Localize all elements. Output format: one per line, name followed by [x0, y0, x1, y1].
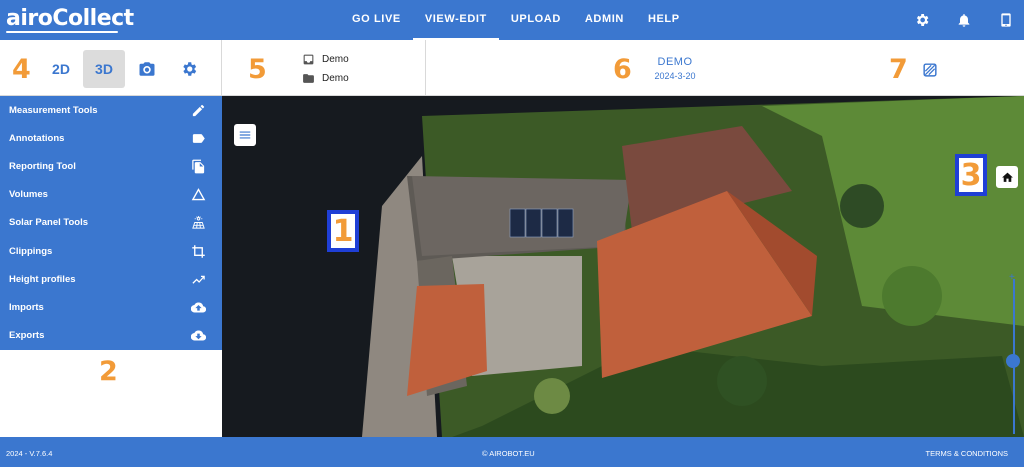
sidebar-item-label: Reporting Tool	[9, 160, 76, 172]
scan-title: DEMO	[657, 56, 693, 68]
tablet-icon[interactable]	[998, 12, 1014, 28]
home-icon	[1001, 172, 1013, 182]
nav-admin[interactable]: ADMIN	[573, 0, 636, 40]
menu-icon	[239, 131, 251, 139]
sidebar-item-imports[interactable]: Imports	[0, 293, 222, 321]
cloud-download-icon	[191, 330, 206, 341]
pencil-icon	[192, 104, 205, 116]
zoom-slider-handle[interactable]	[1006, 354, 1020, 368]
nav-upload[interactable]: UPLOAD	[499, 0, 573, 40]
sidebar-item-volumes[interactable]: Volumes	[0, 181, 222, 209]
reset-view-button[interactable]	[996, 166, 1018, 188]
top-icon-group	[914, 0, 1014, 40]
point-cloud-viewer[interactable]: 1 3 +	[222, 96, 1024, 437]
nav-go-live[interactable]: GO LIVE	[340, 0, 413, 40]
cloud-upload-icon	[191, 302, 206, 313]
version-label: 2024 - V.7.6.4	[6, 449, 53, 458]
sidebar-empty-area: 2	[0, 350, 222, 437]
sidebar-item-label: Height profiles	[9, 273, 76, 285]
triangle-icon	[191, 188, 206, 201]
trend-icon	[192, 275, 205, 284]
folder-name: Demo	[322, 73, 349, 84]
callout-4: 4	[12, 54, 31, 85]
tools-sidebar: Measurement Tools Annotations Reporting …	[0, 96, 222, 350]
project-panel: 5 Demo Demo	[222, 40, 426, 96]
sidebar-item-label: Clippings	[9, 245, 53, 257]
view-toolbar: 4 2D 3D 5 Demo Demo 6 DEMO 2024-3-20 7	[0, 40, 1024, 96]
copy-icon	[192, 159, 205, 174]
project-row[interactable]: Demo	[302, 53, 349, 66]
sidebar-item-label: Volumes	[9, 189, 48, 201]
view-3d-button[interactable]: 3D	[83, 50, 125, 88]
sidebar-item-measurement-tools[interactable]: Measurement Tools	[0, 96, 222, 124]
sidebar-item-height-profiles[interactable]: Height profiles	[0, 265, 222, 293]
callout-7: 7	[889, 54, 908, 85]
sidebar-item-exports[interactable]: Exports	[0, 322, 222, 350]
view-mode-panel: 4 2D 3D	[0, 40, 222, 96]
inbox-icon	[303, 54, 314, 65]
callout-3: 3	[955, 154, 987, 196]
aerial-scene	[362, 96, 1024, 437]
folder-icon	[303, 74, 314, 83]
nav-help[interactable]: HELP	[636, 0, 692, 40]
bell-icon[interactable]	[956, 12, 972, 28]
crop-icon	[192, 244, 205, 258]
sidebar-item-label: Exports	[9, 330, 45, 342]
callout-6: 6	[613, 54, 632, 85]
project-name: Demo	[322, 54, 349, 65]
sidebar-item-label: Measurement Tools	[9, 104, 98, 116]
solar-panel-icon	[192, 216, 205, 229]
camera-icon[interactable]	[138, 60, 156, 78]
viewer-menu-button[interactable]	[234, 124, 256, 146]
viewer-settings-icon[interactable]	[180, 60, 198, 78]
callout-5: 5	[248, 54, 267, 85]
app-logo[interactable]: airoCollect	[6, 6, 134, 31]
sidebar-item-clippings[interactable]: Clippings	[0, 237, 222, 265]
logo-underline	[6, 31, 118, 33]
tag-icon	[192, 133, 205, 143]
sidebar-item-label: Imports	[9, 301, 44, 313]
copyright-label[interactable]: © AIROBOT.EU	[482, 449, 535, 458]
terms-link[interactable]: TERMS & CONDITIONS	[925, 449, 1008, 458]
top-navbar: airoCollect GO LIVE VIEW-EDIT UPLOAD ADM…	[0, 0, 1024, 40]
main-nav: GO LIVE VIEW-EDIT UPLOAD ADMIN HELP	[340, 0, 692, 40]
app-footer: 2024 - V.7.6.4 © AIROBOT.EU TERMS & COND…	[0, 437, 1024, 467]
app-root: airoCollect GO LIVE VIEW-EDIT UPLOAD ADM…	[0, 0, 1024, 467]
sidebar-item-label: Annotations	[9, 132, 65, 144]
folder-row[interactable]: Demo	[302, 72, 349, 85]
callout-2: 2	[99, 356, 118, 387]
sidebar-item-annotations[interactable]: Annotations	[0, 124, 222, 152]
nav-view-edit[interactable]: VIEW-EDIT	[412, 0, 499, 40]
sidebar-item-solar-panel-tools[interactable]: Solar Panel Tools	[0, 209, 222, 237]
sidebar-item-label: Solar Panel Tools	[9, 217, 89, 229]
texture-toggle-icon[interactable]	[923, 63, 937, 77]
sidebar-item-reporting-tool[interactable]: Reporting Tool	[0, 152, 222, 180]
view-2d-button[interactable]: 2D	[40, 50, 82, 88]
settings-icon[interactable]	[914, 12, 930, 28]
callout-1: 1	[327, 210, 359, 252]
scan-date: 2024-3-20	[654, 71, 696, 81]
